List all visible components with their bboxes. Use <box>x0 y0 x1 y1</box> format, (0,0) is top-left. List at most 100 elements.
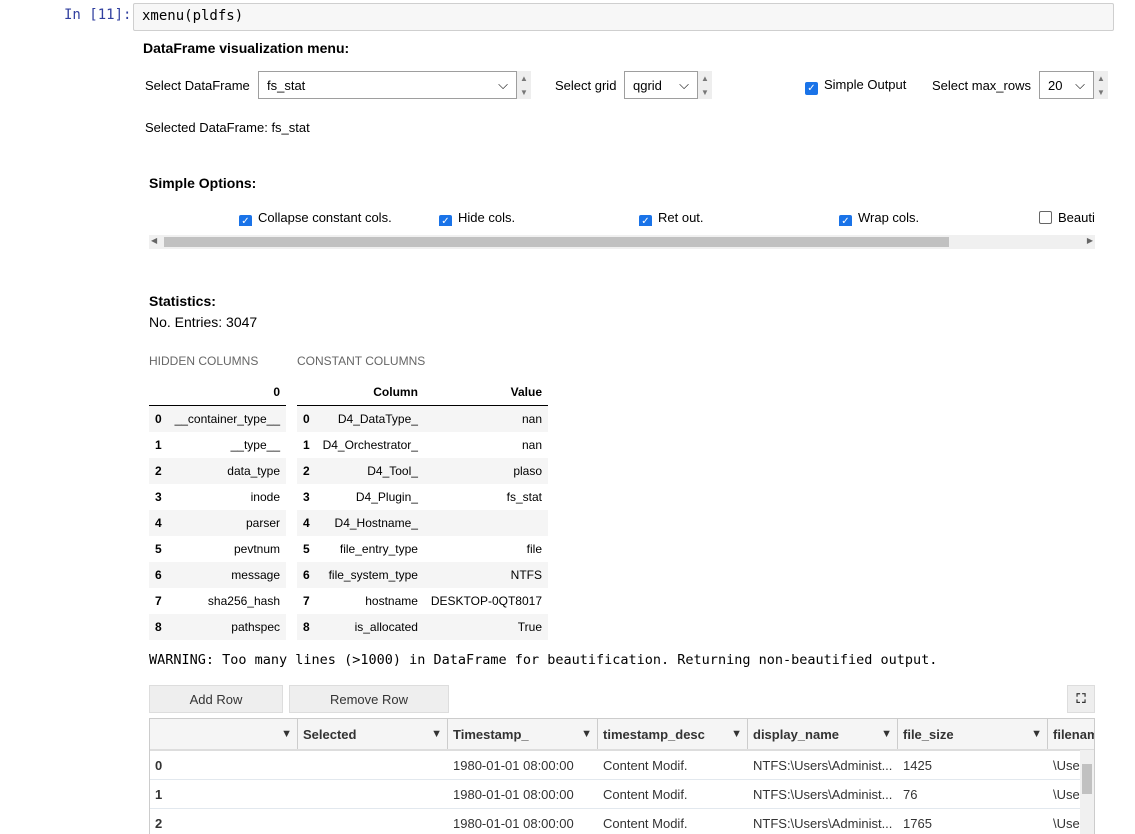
cell: D4_Orchestrator_ <box>322 438 418 452</box>
cell: is_allocated <box>315 614 424 640</box>
select-df-label: Select DataFrame <box>145 78 250 93</box>
simple-output-checkbox[interactable]: ✓ Simple Output <box>805 77 906 95</box>
row-index: 3 <box>303 490 310 504</box>
table-row: 0 D4_DataType_ nan <box>297 405 548 432</box>
column-label: timestamp_desc <box>603 726 705 742</box>
table-row: 3 D4_Plugin_ fs_stat <box>297 484 548 510</box>
select-grid-value: qgrid <box>633 77 662 93</box>
row-index: 1 <box>155 786 163 802</box>
stats-entries: No. Entries: 3047 <box>149 314 258 330</box>
grid-spinner[interactable]: ▲ ▼ <box>698 71 712 99</box>
filter-icon[interactable]: ▼ <box>581 728 592 740</box>
table-row[interactable]: 2 1980-01-01 08:00:00 Content Modif. NTFS:\… <box>150 809 1094 834</box>
table-row: 7 sha256_hash <box>149 588 286 614</box>
fullscreen-icon[interactable]: ⛶ <box>1067 685 1095 713</box>
table-row: 7 hostname DESKTOP-0QT8017 <box>297 588 548 614</box>
row-index: 0 <box>149 405 168 432</box>
max-rows-label: Select max_rows <box>932 78 1031 93</box>
options-row: ✓ Collapse constant cols. ✓ Hide cols. ✓ Re… <box>239 210 1095 226</box>
select-df-value: fs_stat <box>267 77 306 93</box>
constant-columns-table: Column Value 0 D4_DataType_ nan 1 D4_Orchestr… <box>297 379 548 640</box>
scroll-left-icon[interactable]: ◀ <box>151 236 157 245</box>
cell: inode <box>250 490 280 504</box>
df-spinner[interactable]: ▲ ▼ <box>517 71 531 99</box>
filter-icon[interactable]: ▼ <box>881 728 892 740</box>
cell: __container_type__ <box>167 405 286 432</box>
row-index: 6 <box>149 562 168 588</box>
horizontal-scrollbar[interactable]: ◀ ▶ <box>149 235 1095 249</box>
checkbox-icon <box>1039 211 1052 224</box>
cell: D4_Tool_ <box>315 458 424 484</box>
table-row: 3 inode <box>149 484 286 510</box>
cell: 1980-01-01 08:00:00 <box>453 786 574 802</box>
table-row[interactable]: 1 1980-01-01 08:00:00 Content Modif. NTFS:\… <box>150 780 1094 809</box>
max-rows-spinner[interactable]: ▲ ▼ <box>1094 71 1108 99</box>
cell: message <box>167 562 286 588</box>
scroll-right-icon[interactable]: ▶ <box>1087 236 1093 245</box>
checkbox-icon: ✓ <box>805 82 818 95</box>
row-index: 2 <box>155 815 163 831</box>
option-hide[interactable]: ✓ Hide cols. <box>439 210 515 226</box>
select-max-rows[interactable]: 20 ⌵ <box>1039 71 1094 99</box>
filter-icon[interactable]: ▼ <box>731 728 742 740</box>
row-index: 8 <box>149 614 168 640</box>
filter-icon[interactable]: ▼ <box>1031 728 1042 740</box>
row-index: 3 <box>155 490 162 504</box>
table-row: 6 file_system_type NTFS <box>297 562 548 588</box>
option-collapse[interactable]: ✓ Collapse constant cols. <box>239 210 392 226</box>
cell: nan <box>521 438 542 452</box>
checkbox-icon: ✓ <box>639 215 652 226</box>
qgrid-table: ▼ Selected ▼ Timestamp_ ▼ timestamp_desc ▼ disp… <box>149 718 1095 834</box>
option-ret[interactable]: ✓ Ret out. <box>639 210 704 226</box>
row-index: 4 <box>149 510 168 536</box>
code-input[interactable]: xmenu(pldfs) <box>133 3 1114 31</box>
cell: plaso <box>423 458 548 484</box>
cell: Content Modif. <box>603 757 688 773</box>
option-label: Hide cols. <box>458 210 516 225</box>
cell: DESKTOP-0QT8017 <box>430 594 542 608</box>
table-row: 1 __type__ <box>149 432 286 458</box>
option-label: Wrap cols. <box>858 210 920 225</box>
filter-icon[interactable]: ▼ <box>281 728 292 740</box>
row-index: 8 <box>297 614 316 640</box>
table-row[interactable]: 0 1980-01-01 08:00:00 Content Modif. NTFS:\… <box>150 751 1094 780</box>
checkbox-icon: ✓ <box>839 215 852 226</box>
column-header[interactable]: filenam <box>1048 719 1095 749</box>
select-grid[interactable]: qgrid ⌵ <box>624 71 698 99</box>
remove-row-button[interactable]: Remove Row <box>289 685 449 713</box>
constant-columns-caption: CONSTANT COLUMNS <box>297 354 426 368</box>
cell <box>298 780 448 808</box>
scrollbar-thumb[interactable] <box>1082 764 1092 794</box>
column-header[interactable]: timestamp_desc ▼ <box>598 719 748 749</box>
stats-title: Statistics: <box>149 293 216 309</box>
row-index: 1 <box>155 438 162 452</box>
cell: pathspec <box>167 614 286 640</box>
option-label: Ret out. <box>658 210 704 225</box>
scrollbar-thumb[interactable] <box>164 237 949 247</box>
option-beautify[interactable]: Beauti <box>1039 210 1095 225</box>
column-header: 0 <box>167 379 286 406</box>
column-header[interactable]: file_size ▼ <box>898 719 1048 749</box>
cell: pevtnum <box>233 542 280 556</box>
table-row: 8 pathspec <box>149 614 286 640</box>
cell <box>423 510 548 536</box>
table-row: 4 parser <box>149 510 286 536</box>
column-header[interactable]: ▼ <box>150 719 298 749</box>
cell: True <box>423 614 548 640</box>
column-header[interactable]: Selected ▼ <box>298 719 448 749</box>
cell: 76 <box>903 786 918 802</box>
vertical-scrollbar[interactable] <box>1080 750 1094 834</box>
cell: __type__ <box>230 438 280 452</box>
column-label: filenam <box>1053 726 1095 742</box>
option-wrap[interactable]: ✓ Wrap cols. <box>839 210 919 226</box>
cell: sha256_hash <box>207 594 280 608</box>
chevron-down-icon: ⌵ <box>1075 77 1085 92</box>
column-header[interactable]: display_name ▼ <box>748 719 898 749</box>
cell: NTFS <box>423 562 548 588</box>
filter-icon[interactable]: ▼ <box>431 728 442 740</box>
column-header[interactable]: Timestamp_ ▼ <box>448 719 598 749</box>
checkbox-icon: ✓ <box>239 215 252 226</box>
select-dataframe[interactable]: fs_stat ⌵ <box>258 71 517 99</box>
add-row-button[interactable]: Add Row <box>149 685 283 713</box>
grid-header: ▼ Selected ▼ Timestamp_ ▼ timestamp_desc ▼ disp… <box>150 719 1094 751</box>
